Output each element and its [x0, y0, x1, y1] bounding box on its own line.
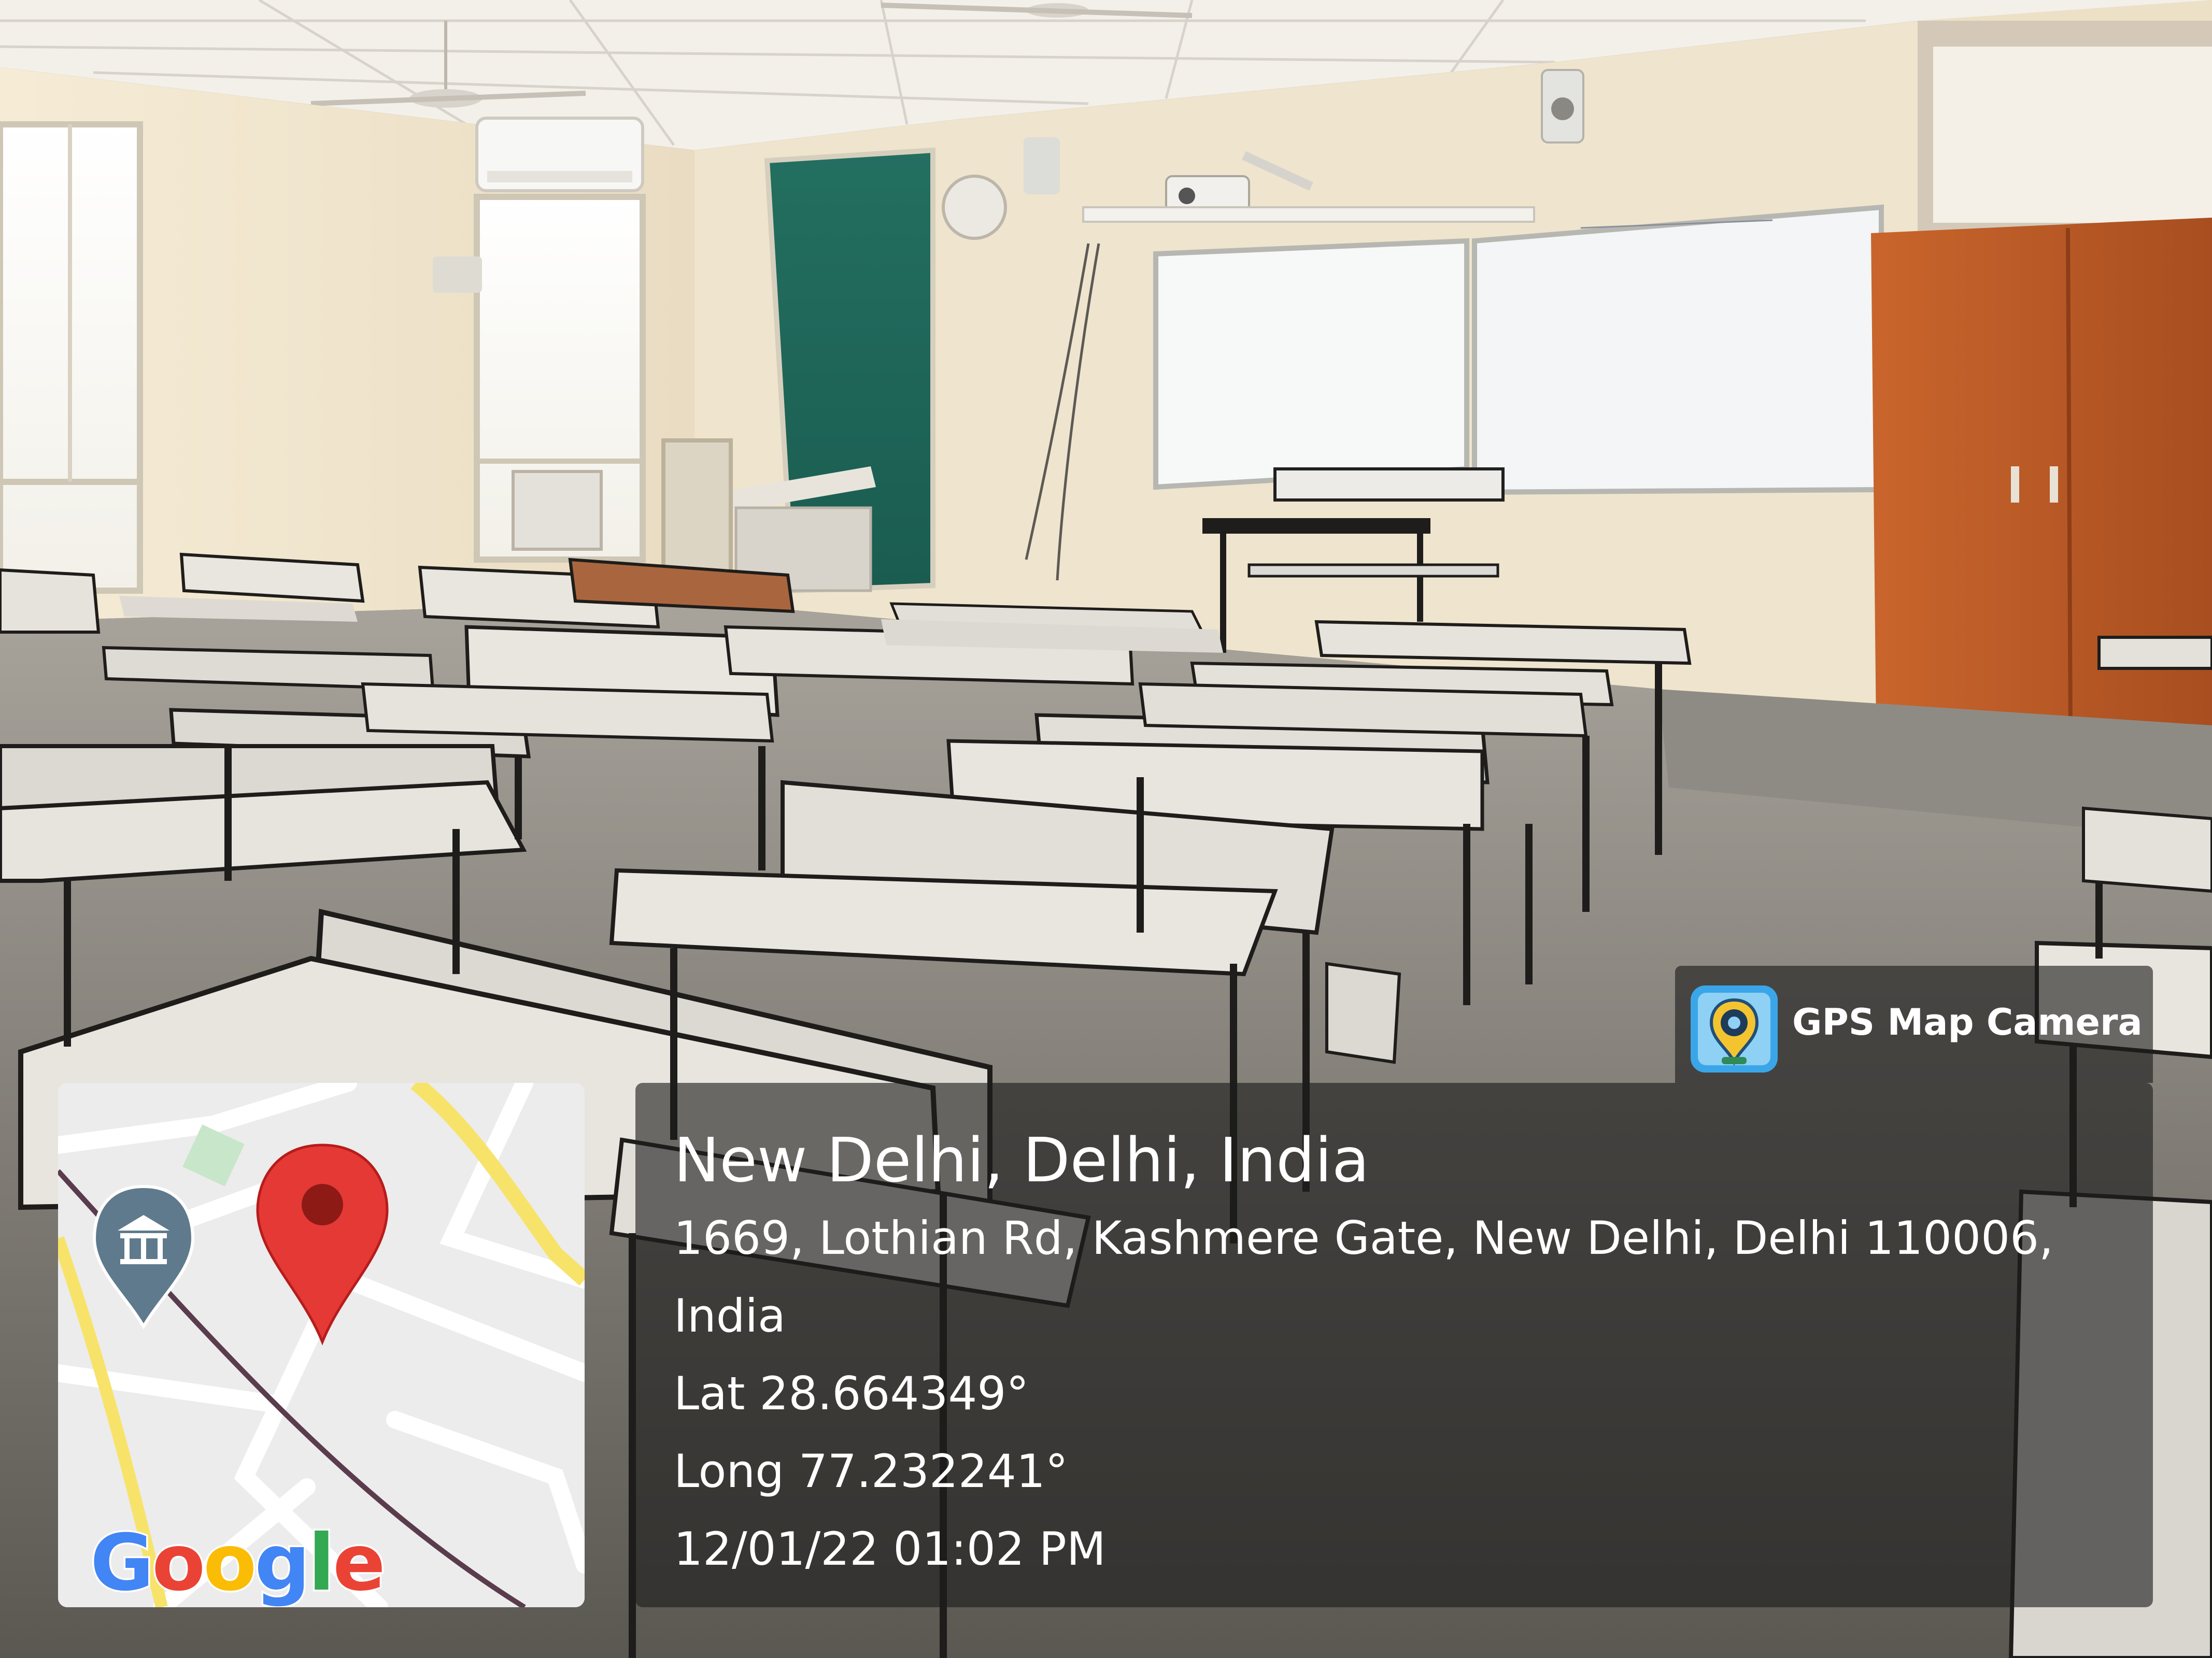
location-info-panel: New Delhi, Delhi, India 1669, Lothian Rd… — [635, 1083, 2153, 1607]
whiteboards — [1153, 204, 1884, 495]
timestamp: 12/01/22 01:02 PM — [674, 1522, 1106, 1576]
address-line-1: 1669, Lothian Rd, Kashmere Gate, New Del… — [674, 1211, 2054, 1265]
longitude: Long 77.232241° — [674, 1445, 1068, 1498]
map-thumbnail: Google — [58, 1083, 585, 1607]
place-title: New Delhi, Delhi, India — [674, 1124, 1370, 1196]
address-line-2: India — [674, 1289, 786, 1342]
air-conditioner — [475, 117, 644, 192]
photo-scene: Google GPS Map Camera New Delhi, Delhi, … — [0, 0, 2212, 1658]
app-name: GPS Map Camera — [1792, 1001, 2143, 1044]
doors — [1871, 21, 2212, 736]
gps-map-camera-icon — [1691, 985, 1778, 1073]
google-logo: Google — [88, 1517, 387, 1608]
latitude: Lat 28.664349° — [674, 1367, 1029, 1420]
gps-map-camera-badge: GPS Map Camera — [1675, 966, 2153, 1083]
